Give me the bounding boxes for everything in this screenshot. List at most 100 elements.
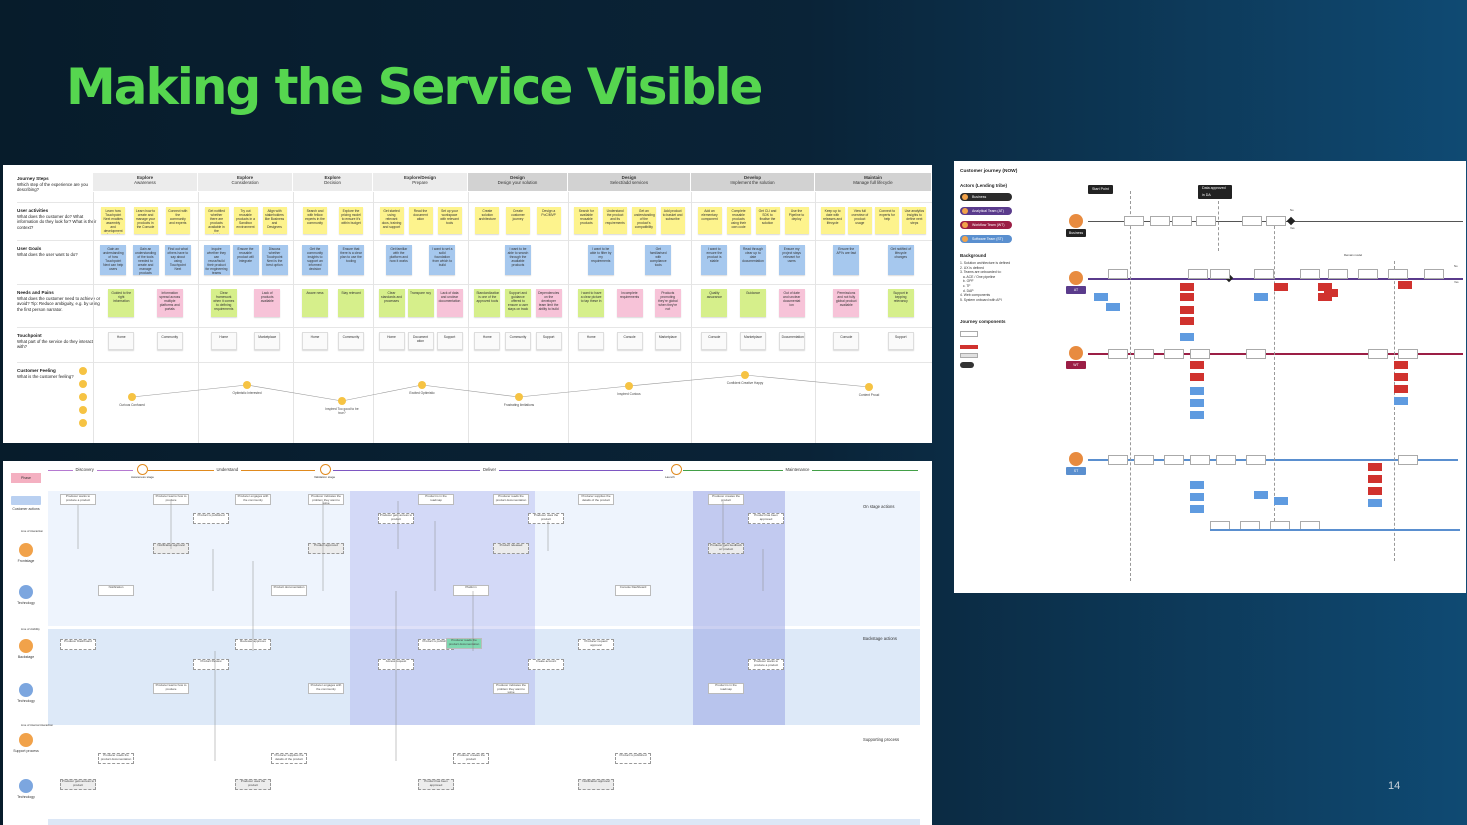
- feeling-scale-emoji-icon: [79, 367, 87, 375]
- feeling-scale-emoji-icon: [79, 419, 87, 427]
- journey-issue-box: [1394, 361, 1408, 369]
- journey-note-box: [1180, 333, 1194, 341]
- persona-name: Business: [1066, 229, 1086, 237]
- journey-step-box: [1108, 269, 1128, 279]
- journey-step-box: [1328, 269, 1348, 279]
- background-heading: Background: [960, 253, 987, 258]
- feeling-emoji-icon: [865, 383, 873, 391]
- journey-step-box: [1246, 455, 1266, 465]
- journey-issue-box: [1394, 373, 1408, 381]
- feeling-label: Frustrating limitations: [503, 403, 535, 407]
- journey-step-box: [1108, 349, 1128, 359]
- journey-step-box: [1196, 216, 1216, 226]
- journey-step-box: [1266, 216, 1286, 226]
- dashed-connector: [1218, 201, 1219, 251]
- feeling-line: [131, 374, 870, 402]
- feeling-emoji-icon: [128, 393, 136, 401]
- data-approved-label: Data approved in DA: [1198, 185, 1232, 199]
- journey-issue-box: [1368, 463, 1382, 471]
- journey-step-box: [1150, 216, 1170, 226]
- journey-issue-box: [1180, 283, 1194, 291]
- feeling-label: Curious Confused: [119, 403, 145, 407]
- journey-note-box: [1106, 303, 1120, 311]
- swimlane-line: [1210, 529, 1460, 531]
- journey-issue-box: [1274, 283, 1288, 291]
- journey-step-box: [1134, 349, 1154, 359]
- journey-note-box: [1190, 411, 1204, 419]
- journey-step-box: [1398, 349, 1418, 359]
- no-label: Yes: [1290, 226, 1295, 230]
- actor-face-icon: [962, 222, 968, 228]
- dashed-connector: [1274, 221, 1275, 521]
- journey-issue-box: [1368, 487, 1382, 495]
- journey-issue-box: [1180, 317, 1194, 325]
- persona-name: AT: [1066, 286, 1086, 294]
- journey-issue-box: [1368, 475, 1382, 483]
- decision-diamond-icon: [1286, 216, 1296, 226]
- journey-note-box: [1254, 293, 1268, 301]
- persona-name: ST: [1066, 467, 1086, 475]
- journey-step-box: [1210, 269, 1230, 279]
- persona: AT: [1066, 271, 1086, 294]
- journey-step-box: [1398, 455, 1418, 465]
- legend-item: [960, 345, 978, 349]
- journey-note-box: [1368, 499, 1382, 507]
- feeling-scale-emoji-icon: [79, 406, 87, 414]
- journey-step-box: [1358, 269, 1378, 279]
- background-list: 1. Solution architecture is defined 2. U…: [960, 261, 1011, 302]
- journey-step-box: [1188, 269, 1208, 279]
- journey-issue-box: [1190, 361, 1204, 369]
- persona: ST: [1066, 452, 1086, 475]
- blueprint-connectors: [77, 501, 764, 761]
- journey-now-title: Customer journey (NOW): [960, 169, 1018, 174]
- journey-issue-box: [1180, 306, 1194, 314]
- journey-note-box: [1394, 397, 1408, 405]
- journey-step-box: [1134, 455, 1154, 465]
- remain-model-label: Remain model: [1343, 253, 1363, 257]
- persona: Business: [1066, 214, 1086, 237]
- feeling-emoji-icon: [515, 393, 523, 401]
- actor-face-icon: [962, 236, 968, 242]
- yes-label-right: No: [1454, 264, 1458, 268]
- journey-issue-box: [1190, 373, 1204, 381]
- journey-note-box: [1190, 493, 1204, 501]
- feeling-label: Inspired Curious: [617, 392, 641, 396]
- slide-title: Making the Service Visible: [66, 58, 763, 116]
- actor-face-icon: [962, 208, 968, 214]
- dashed-connector: [1130, 191, 1131, 581]
- journey-step-box: [1246, 349, 1266, 359]
- journey-issue-box: [1180, 293, 1194, 301]
- feeling-scale-emoji-icon: [79, 380, 87, 388]
- start-point-label: Start Point: [1088, 185, 1113, 194]
- yes-label: No: [1290, 208, 1294, 212]
- journey-step-box: [1108, 455, 1128, 465]
- feeling-emoji-icon: [243, 381, 251, 389]
- no-label-right: Yes: [1454, 280, 1459, 284]
- dashed-connector: [1394, 261, 1395, 561]
- journey-step-box: [1164, 455, 1184, 465]
- journey-step-box: [1368, 349, 1388, 359]
- persona-avatar-icon: [1069, 214, 1083, 228]
- persona-avatar-icon: [1069, 271, 1083, 285]
- feeling-label: Content Proud: [858, 393, 880, 397]
- journey-step-box: [1164, 349, 1184, 359]
- legend-item: [960, 331, 978, 337]
- feeling-curve: [131, 374, 870, 402]
- actor-face-icon: [962, 194, 968, 200]
- journey-note-box: [1190, 481, 1204, 489]
- persona-name: WT: [1066, 361, 1086, 369]
- legend-item: [960, 353, 978, 358]
- persona: WT: [1066, 346, 1086, 369]
- actors-heading: Actors (Lending tribe): [960, 183, 1007, 188]
- journey-issue-box: [1398, 281, 1412, 289]
- journey-note-box: [1274, 497, 1288, 505]
- components-heading: Journey components: [960, 319, 1006, 324]
- feeling-emoji-icon: [625, 382, 633, 390]
- journey-note-box: [1190, 399, 1204, 407]
- journey-step-box: [1242, 216, 1262, 226]
- persona-avatar-icon: [1069, 346, 1083, 360]
- journey-step-box: [1388, 269, 1408, 279]
- journey-step-box: [1216, 455, 1236, 465]
- legend-item: [960, 362, 974, 368]
- feeling-label: Inspired Too good to be true?: [325, 407, 359, 415]
